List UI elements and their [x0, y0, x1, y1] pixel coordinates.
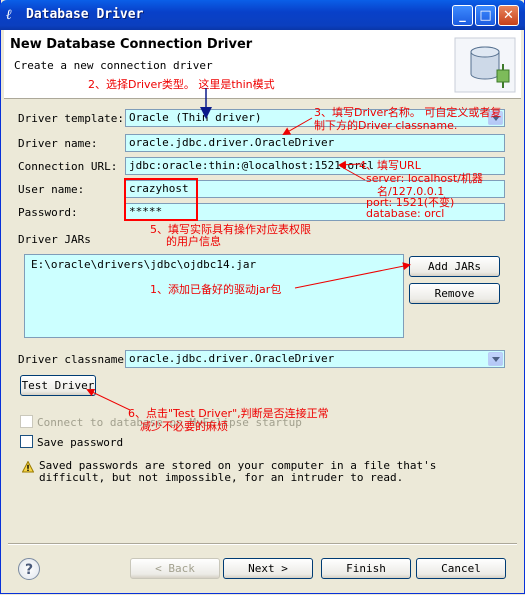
- annotation-3-line2: 制下方的Driver classname.: [314, 119, 458, 132]
- footer-separator: [8, 543, 517, 545]
- annotation-2: 2、选择Driver类型。 这里是thin模式: [88, 78, 275, 91]
- close-button[interactable]: ✕: [498, 5, 519, 26]
- driver-name-input[interactable]: oracle.jdbc.driver.OracleDriver: [125, 134, 505, 152]
- user-info-highlight: [124, 178, 198, 221]
- maximize-icon: □: [479, 8, 492, 23]
- connect-on-startup-checkbox[interactable]: [20, 415, 33, 428]
- user-name-label: User name:: [18, 183, 85, 196]
- close-icon: ✕: [503, 8, 514, 23]
- test-driver-button[interactable]: Test Driver: [20, 375, 96, 396]
- driver-template-value: Oracle (Thin driver): [129, 111, 262, 124]
- connection-url-value: jdbc:oracle:thin:@localhost:1521:orcl: [129, 159, 375, 172]
- driver-jars-label: Driver JARs: [18, 233, 91, 246]
- database-driver-icon: [454, 37, 516, 93]
- help-icon[interactable]: ?: [18, 558, 40, 580]
- connection-url-label: Connection URL:: [18, 160, 118, 173]
- wizard-title: New Database Connection Driver: [10, 37, 253, 52]
- driver-classname-select[interactable]: oracle.jdbc.driver.OracleDriver: [125, 350, 505, 368]
- driver-name-label: Driver name:: [18, 137, 98, 150]
- driver-classname-value: oracle.jdbc.driver.OracleDriver: [129, 352, 335, 365]
- driver-name-value: oracle.jdbc.driver.OracleDriver: [129, 136, 335, 149]
- save-password-checkbox[interactable]: [20, 435, 33, 448]
- password-label: Password:: [18, 206, 78, 219]
- chevron-down-icon[interactable]: [488, 352, 503, 366]
- annotation-4-line5: database: orcl: [366, 207, 445, 220]
- add-jars-button[interactable]: Add JARs: [409, 256, 500, 277]
- minimize-button[interactable]: _: [452, 5, 473, 26]
- maximize-button[interactable]: □: [475, 5, 496, 26]
- annotation-6-line2: 减少不必要的麻烦: [140, 420, 228, 433]
- eclipse-icon: ℓ: [6, 7, 12, 23]
- warning-icon: [22, 461, 34, 473]
- annotation-5-line2: 的用户信息: [166, 235, 221, 248]
- driver-classname-label: Driver classname:: [18, 353, 131, 366]
- list-item[interactable]: E:\oracle\drivers\jdbc\ojdbc14.jar: [31, 258, 256, 271]
- annotation-1: 1、添加已备好的驱动jar包: [150, 283, 282, 296]
- remove-button[interactable]: Remove: [409, 283, 500, 304]
- driver-template-label: Driver template:: [18, 112, 124, 125]
- minimize-icon: _: [459, 8, 466, 23]
- cancel-button[interactable]: Cancel: [416, 558, 506, 579]
- title-bar: ℓ Database Driver _ □ ✕: [0, 0, 525, 30]
- save-password-label: Save password: [37, 436, 124, 449]
- finish-button[interactable]: Finish: [321, 558, 411, 579]
- window-title: Database Driver: [26, 7, 144, 22]
- saved-password-warning: Saved passwords are stored on your compu…: [39, 459, 437, 484]
- next-button[interactable]: Next >: [223, 558, 313, 579]
- wizard-subtitle: Create a new connection driver: [14, 59, 213, 72]
- back-button[interactable]: < Back: [130, 558, 220, 579]
